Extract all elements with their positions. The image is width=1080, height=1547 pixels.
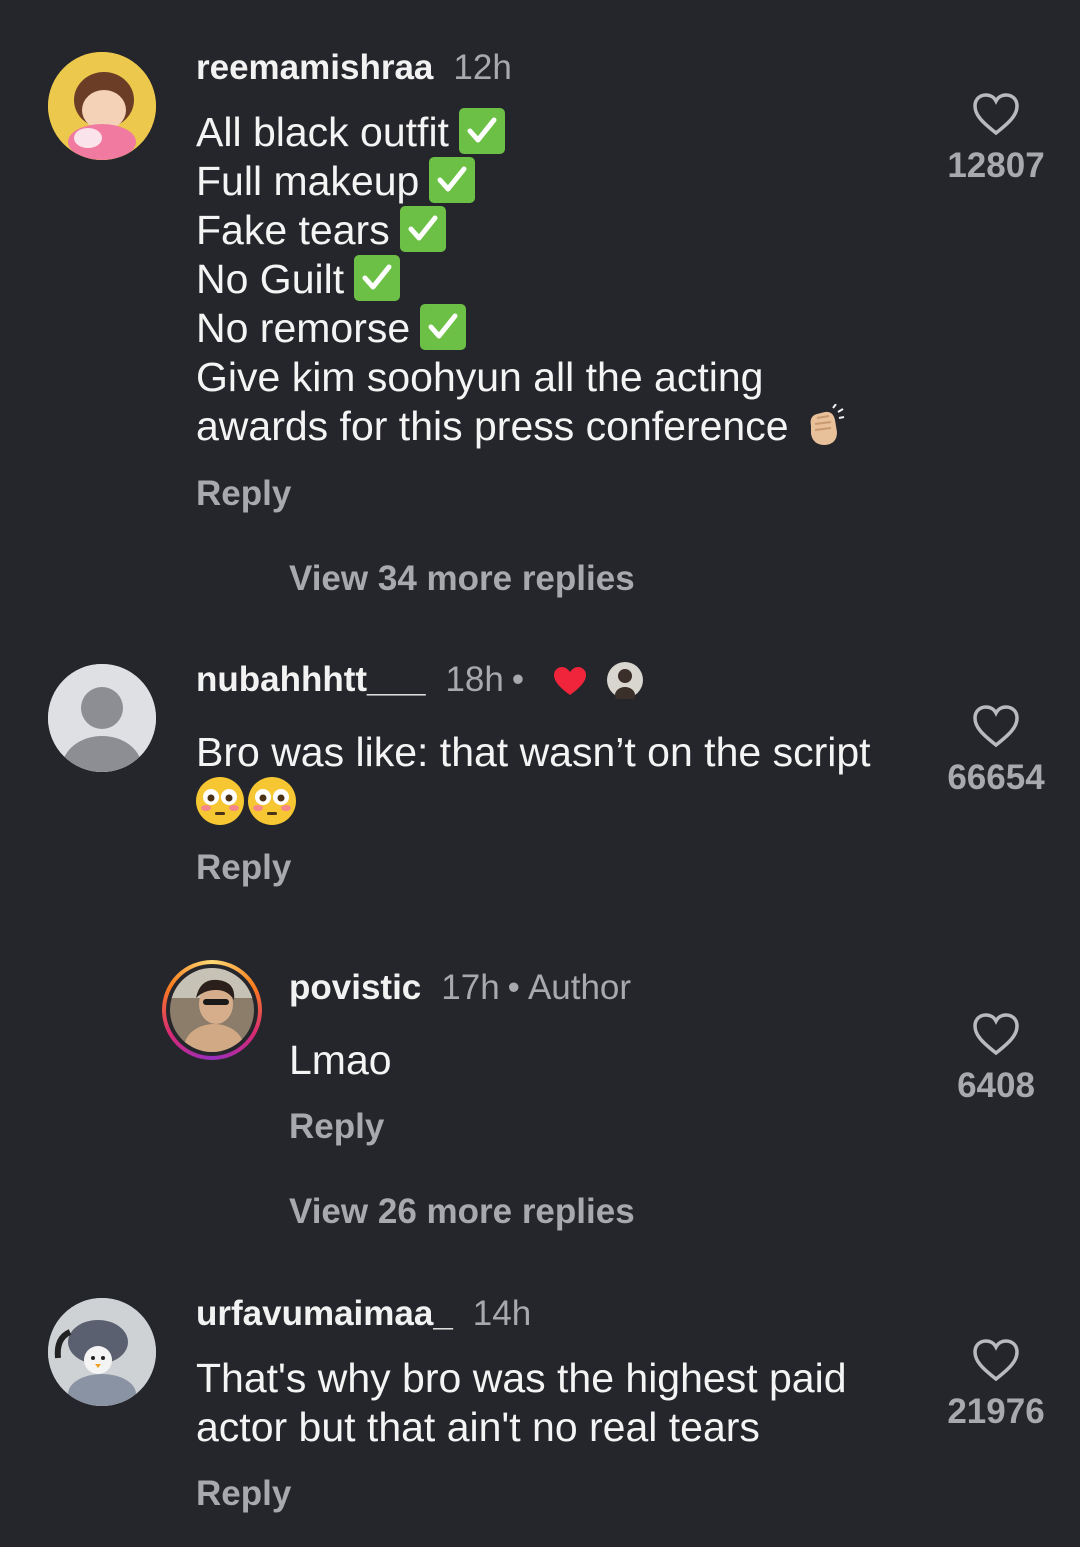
comment-meta: reemamishraa 12h <box>196 48 512 88</box>
reply-button[interactable]: Reply <box>196 474 291 514</box>
reply-button[interactable]: Reply <box>196 1474 291 1514</box>
flushed-face-icon <box>196 777 244 825</box>
check-mark-icon <box>354 255 401 301</box>
comment-meta: urfavumaimaa_ 14h <box>196 1294 531 1334</box>
creator-avatar-icon <box>606 662 643 703</box>
avatar[interactable] <box>48 1298 156 1406</box>
author-badge: Author <box>527 968 632 1007</box>
avatar[interactable] <box>48 52 156 160</box>
heart-outline-icon[interactable] <box>972 1012 1020 1056</box>
check-mark-icon <box>458 108 505 154</box>
username[interactable]: reemamishraa <box>196 48 433 87</box>
username[interactable]: urfavumaimaa_ <box>196 1294 453 1333</box>
timestamp: 17h <box>441 968 500 1007</box>
like-button[interactable]: 12807 <box>926 92 1066 186</box>
view-more-replies-button[interactable]: View 26 more replies <box>289 1192 635 1232</box>
heart-outline-icon[interactable] <box>972 704 1020 748</box>
timestamp: 12h <box>453 48 512 87</box>
like-count: 66654 <box>947 758 1045 797</box>
timestamp: 18h <box>445 660 504 699</box>
like-count: 21976 <box>947 1392 1045 1431</box>
like-button[interactable]: 6408 <box>926 1012 1066 1106</box>
red-heart-icon <box>553 667 586 695</box>
timestamp: 14h <box>472 1294 532 1333</box>
heart-outline-icon[interactable] <box>972 92 1020 136</box>
check-mark-icon <box>420 304 467 350</box>
flushed-face-icon <box>248 777 296 825</box>
comment-text: All black outfit Full makeup Fake tears … <box>196 108 845 459</box>
view-more-replies-button[interactable]: View 34 more replies <box>289 559 635 599</box>
like-count: 6408 <box>957 1066 1035 1105</box>
check-mark-icon <box>399 206 446 252</box>
comment-meta: povistic 17h • Author <box>289 968 632 1007</box>
like-button[interactable]: 66654 <box>926 704 1066 798</box>
like-count: 12807 <box>947 146 1045 185</box>
username[interactable]: nubahhhtt___ <box>196 660 425 699</box>
avatar-story-ring[interactable] <box>162 960 262 1060</box>
check-mark-icon <box>429 157 476 203</box>
username[interactable]: povistic <box>289 968 421 1007</box>
comment-text: That's why bro was the highest paid acto… <box>196 1355 847 1450</box>
reply-button[interactable]: Reply <box>196 848 291 888</box>
reply-button[interactable]: Reply <box>289 1107 384 1147</box>
comment-meta: nubahhhtt___ 18h • <box>196 660 644 703</box>
comment-text: Lmao <box>289 1037 392 1083</box>
comment-text: Bro was like: that wasn’t on the script <box>196 728 871 830</box>
like-button[interactable]: 21976 <box>926 1338 1066 1432</box>
clapping-hands-icon <box>803 403 845 459</box>
heart-outline-icon[interactable] <box>972 1338 1020 1382</box>
avatar[interactable] <box>48 664 156 772</box>
